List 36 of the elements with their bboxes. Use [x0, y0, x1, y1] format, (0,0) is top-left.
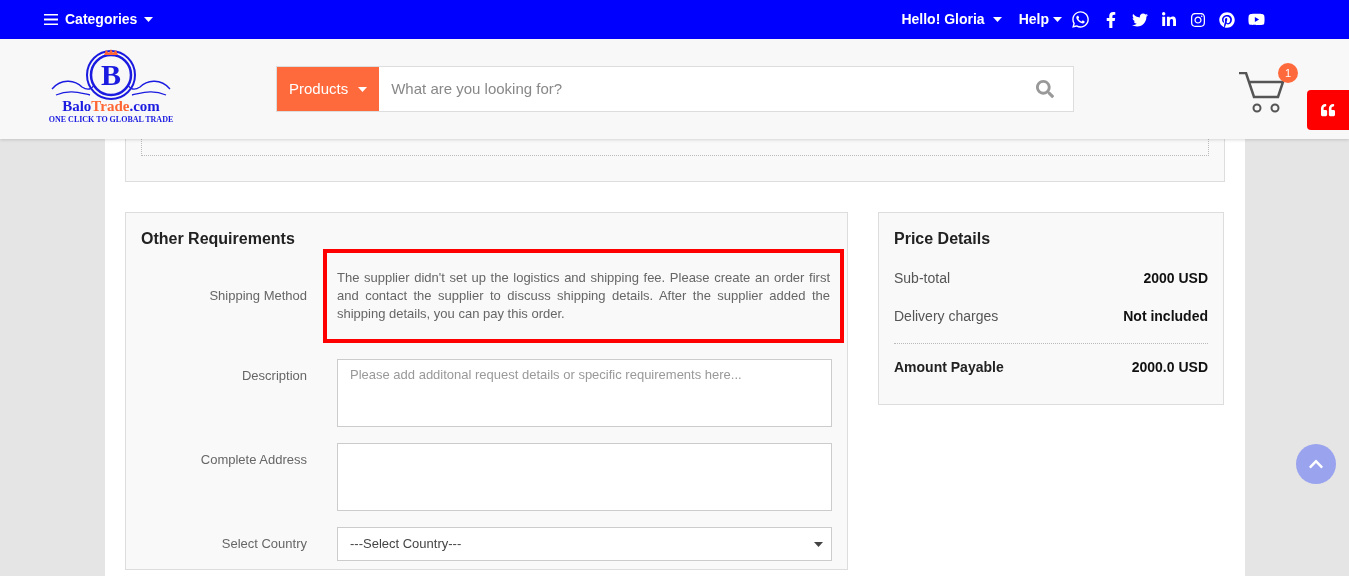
price-value: 2000.0 USD	[1131, 358, 1208, 377]
shipping-notice: The supplier didn't set up the logistics and shipping fee. Please create an order first and contact the supplier to discuss shipping details. After the supplier added the shipping details, you can pay this order.	[323, 249, 844, 343]
price-label: Amount Payable	[894, 358, 1004, 377]
help-menu[interactable]: Help	[1018, 9, 1062, 30]
price-value: 2000 USD	[1143, 269, 1208, 288]
pinterest-icon[interactable]	[1219, 11, 1235, 28]
logo-letter: B	[101, 60, 121, 90]
price-value: Not included	[1123, 307, 1208, 326]
whatsapp-icon[interactable]	[1071, 10, 1090, 29]
caret-icon	[144, 17, 154, 22]
account-menu[interactable]: Hello! Gloria	[901, 9, 1002, 30]
country-select[interactable]: ---Select Country---	[337, 527, 832, 561]
linkedin-icon[interactable]	[1161, 11, 1177, 28]
quote-icon	[1321, 103, 1335, 117]
categories-menu[interactable]: Categories	[44, 9, 154, 30]
card-title: Price Details	[894, 229, 992, 249]
caret-icon	[1053, 17, 1062, 22]
card-title: Other Requirements	[141, 229, 296, 249]
menu-icon	[44, 14, 58, 25]
logo-tagline: ONE CLICK TO GLOBAL TRADE	[48, 115, 174, 124]
site-logo[interactable]: B BaloTrade.com ONE CLICK TO GLOBAL TRADE	[49, 45, 173, 133]
caret-icon	[992, 17, 1002, 22]
field-label: Select Country	[220, 535, 307, 554]
caret-icon	[814, 541, 823, 547]
quote-tab[interactable]	[1307, 90, 1349, 130]
youtube-icon[interactable]	[1248, 11, 1265, 28]
text-area[interactable]: Please add additonal request details or specific requirements here...	[337, 359, 832, 427]
cart-count-badge: 1	[1278, 63, 1298, 83]
logo-name: BaloTrade.com	[62, 98, 160, 115]
instagram-icon[interactable]	[1190, 11, 1206, 28]
field-label: Complete Address	[199, 451, 307, 469]
field-label: Description	[240, 367, 307, 385]
twitter-icon[interactable]	[1132, 11, 1148, 28]
price-label: Sub-total	[894, 269, 951, 288]
field-label: Shipping Method	[208, 287, 307, 306]
price-label: Delivery charges	[894, 307, 999, 326]
